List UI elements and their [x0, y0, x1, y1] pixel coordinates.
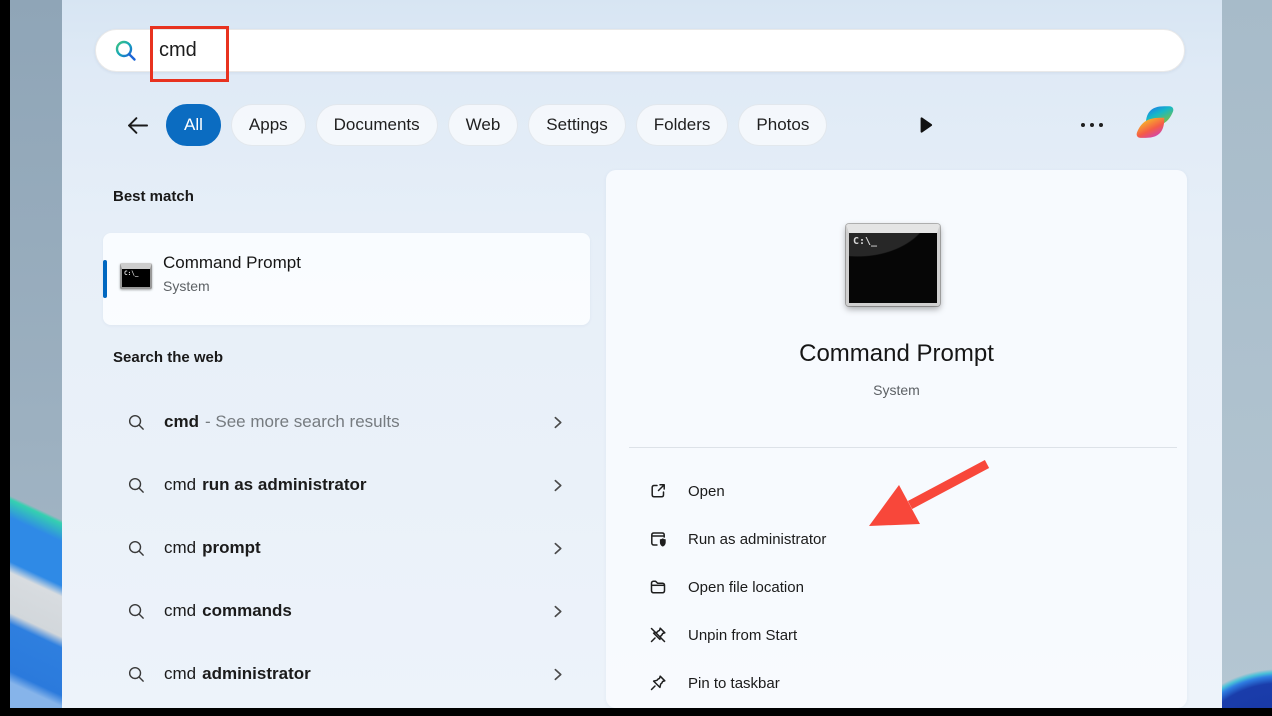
unpin-icon [648, 625, 668, 645]
best-match-header: Best match [113, 188, 194, 205]
best-match-result[interactable]: C:\_ Command Prompt System [103, 233, 590, 325]
search-icon [113, 38, 139, 64]
action-list: Open Run as administrator Open file loca… [606, 467, 1187, 707]
command-prompt-icon: C:\_ [120, 263, 152, 289]
action-open-file-location[interactable]: Open file location [606, 563, 1187, 611]
search-icon [127, 413, 146, 432]
suggestion-cmd-prompt[interactable]: cmd prompt [103, 525, 590, 571]
search-query-text: cmd [159, 39, 197, 61]
chevron-right-icon [551, 668, 564, 681]
search-flyout-panel: cmd All Apps Documents Web Settings Fold… [62, 0, 1222, 708]
play-icon [919, 117, 933, 133]
result-title: Command Prompt [163, 253, 301, 272]
action-pin-to-taskbar[interactable]: Pin to taskbar [606, 659, 1187, 707]
tab-photos[interactable]: Photos [738, 104, 828, 146]
desktop-wallpaper-right [1222, 0, 1272, 708]
result-subtitle: System [163, 278, 210, 294]
result-preview-pane: C:\_ Command Prompt System Open Run as a… [606, 170, 1187, 708]
search-icon [127, 602, 146, 621]
action-open[interactable]: Open [606, 467, 1187, 515]
search-input[interactable]: cmd [95, 29, 1185, 72]
chevron-right-icon [551, 416, 564, 429]
suggestion-see-more[interactable]: cmd - See more search results [103, 399, 590, 445]
tab-all[interactable]: All [166, 104, 221, 146]
preview-app-name: Command Prompt [799, 340, 994, 367]
suggestion-cmd-commands[interactable]: cmd commands [103, 588, 590, 634]
suggestion-run-as-administrator[interactable]: cmd run as administrator [103, 462, 590, 508]
folder-icon [648, 577, 668, 597]
chevron-right-icon [551, 542, 564, 555]
filter-tabs: All Apps Documents Web Settings Folders … [166, 104, 828, 146]
suggestion-cmd-administrator[interactable]: cmd administrator [103, 651, 590, 697]
ellipsis-icon [1081, 123, 1085, 127]
more-tabs-button[interactable] [913, 112, 939, 138]
copilot-icon [1132, 99, 1178, 145]
back-button[interactable] [118, 107, 156, 143]
selection-accent-bar [103, 260, 107, 298]
web-suggestion-list: cmd - See more search results cmd run as a… [103, 399, 590, 714]
search-icon [127, 665, 146, 684]
tab-web[interactable]: Web [447, 104, 519, 146]
preview-app-type: System [873, 382, 920, 398]
search-icon [127, 476, 146, 495]
search-icon [127, 539, 146, 558]
tab-documents[interactable]: Documents [315, 104, 438, 146]
action-run-as-administrator[interactable]: Run as administrator [606, 515, 1187, 563]
pin-icon [648, 673, 668, 693]
windows-search-screen: cmd All Apps Documents Web Settings Fold… [0, 0, 1272, 716]
chevron-right-icon [551, 605, 564, 618]
divider [629, 447, 1177, 448]
back-arrow-icon [124, 112, 151, 139]
search-the-web-header: Search the web [113, 349, 224, 366]
more-options-button[interactable] [1074, 112, 1110, 138]
desktop-wallpaper-left [10, 0, 62, 708]
tab-apps[interactable]: Apps [230, 104, 306, 146]
tab-folders[interactable]: Folders [635, 104, 729, 146]
copilot-button[interactable] [1132, 99, 1178, 145]
chevron-right-icon [551, 479, 564, 492]
admin-shield-icon [648, 529, 668, 549]
tab-settings[interactable]: Settings [528, 104, 626, 146]
open-icon [648, 481, 668, 501]
command-prompt-icon-large: C:\_ [846, 224, 940, 306]
action-unpin-from-start[interactable]: Unpin from Start [606, 611, 1187, 659]
